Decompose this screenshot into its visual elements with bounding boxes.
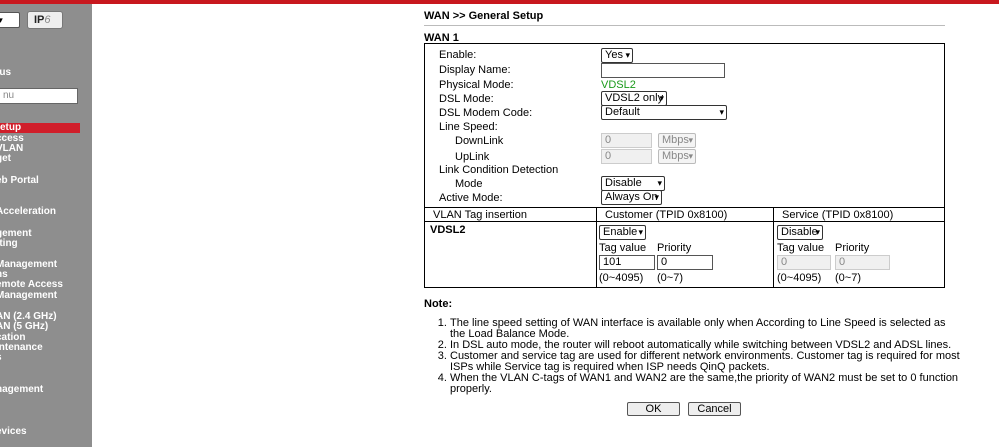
customer-tag-value-label: Tag value <box>599 242 647 254</box>
sidebar-item-5[interactable]: get <box>0 154 11 164</box>
downlink-label: DownLink <box>455 135 504 147</box>
chevron-down-icon: ▾ <box>659 93 664 103</box>
vlan-header-service: Service (TPID 0x8100) <box>782 209 894 221</box>
display-name-label: Display Name: <box>439 64 511 76</box>
note-item: Customer and service tag are used for di… <box>450 351 960 373</box>
ipv6-label: IP <box>34 14 45 26</box>
service-priority-label: Priority <box>835 242 870 254</box>
sidebar-item-10[interactable]: Management <box>0 260 57 270</box>
dsl-mode-select[interactable]: VDSL2 only ▾ <box>601 91 667 106</box>
customer-tag-select-value: Enable <box>603 226 638 238</box>
vlan-header-customer: Customer (TPID 0x8100) <box>605 209 728 221</box>
page-title: WAN >> General Setup <box>424 10 544 22</box>
customer-tag-value-field[interactable]: 101 <box>599 255 655 270</box>
note-title: Note: <box>424 298 453 310</box>
dsl-modem-code-label: DSL Modem Code: <box>439 107 533 119</box>
chevron-down-icon: ▾ <box>638 227 643 237</box>
customer-tag-select[interactable]: Enable ▾ <box>599 225 646 240</box>
customer-priority-range: (0~7) <box>657 272 683 284</box>
chevron-down-icon: ▾ <box>719 107 724 117</box>
sidebar-item-18[interactable]: s <box>0 353 2 363</box>
note-item: When the VLAN C-tags of WAN1 and WAN2 ar… <box>450 373 960 395</box>
service-tag-range: (0~4095) <box>777 272 822 284</box>
sidebar-item-7[interactable]: Acceleration <box>0 207 56 217</box>
ipv6-button[interactable]: IP6 <box>27 11 63 29</box>
detection-mode-select[interactable]: Disable ▾ <box>601 176 665 191</box>
link-condition-label: Link Condition Detection <box>439 164 559 176</box>
sidebar-item-17[interactable]: intenance <box>0 343 43 353</box>
sidebar-item-19[interactable]: nagement <box>0 385 43 395</box>
dsl-modem-code-select[interactable]: Default ▾ <box>601 105 727 120</box>
cancel-button[interactable]: Cancel <box>688 402 741 416</box>
chevron-down-icon: ▾ <box>625 50 630 60</box>
active-mode-value: Always On <box>605 191 658 203</box>
vlan-table-top-border <box>424 207 945 208</box>
service-tag-value-field[interactable]: 0 <box>777 255 831 270</box>
enable-value: Yes <box>605 49 623 61</box>
dsl-modem-code-value: Default <box>605 106 640 118</box>
customer-priority-label: Priority <box>657 242 692 254</box>
title-divider <box>424 25 945 26</box>
chevron-down-icon: ▾ <box>688 151 693 161</box>
chevron-down-icon: ▾ <box>657 178 662 188</box>
ipv6-suffix: 6 <box>44 14 51 26</box>
vlan-table-col-divider <box>596 207 597 288</box>
uplink-field[interactable]: 0 <box>601 149 652 164</box>
ok-button[interactable]: OK <box>627 402 680 416</box>
sidebar-item-2[interactable]: etup <box>0 123 80 133</box>
note-item: The line speed setting of WAN interface … <box>450 318 960 340</box>
sidebar: ut▾ IP6 l tus nu etup ccess VLAN get eb … <box>0 4 92 447</box>
service-priority-range: (0~7) <box>835 272 861 284</box>
top-accent-bar <box>0 0 999 4</box>
uplink-unit-select[interactable]: Mbps ▾ <box>658 149 696 164</box>
enable-select[interactable]: Yes ▾ <box>601 48 633 63</box>
active-mode-label: Active Mode: <box>439 192 503 204</box>
sidebar-item-6[interactable]: eb Portal <box>0 176 39 186</box>
line-speed-label: Line Speed: <box>439 121 498 133</box>
customer-tag-range: (0~4095) <box>599 272 644 284</box>
sidebar-item-12[interactable]: emote Access <box>0 280 63 290</box>
sidebar-item-15[interactable]: AN (5 GHz) <box>0 322 48 332</box>
customer-priority-field[interactable]: 0 <box>657 255 713 270</box>
menu-search-input[interactable]: nu <box>0 88 78 104</box>
dsl-mode-value: VDSL2 only <box>605 92 664 104</box>
uplink-unit-value: Mbps <box>662 150 689 162</box>
downlink-unit-value: Mbps <box>662 134 689 146</box>
active-mode-select[interactable]: Always On ▾ <box>601 190 662 205</box>
vlan-table-header-border <box>424 221 945 222</box>
chevron-down-icon: ▾ <box>654 192 659 202</box>
downlink-field[interactable]: 0 <box>601 133 652 148</box>
sidebar-item-9[interactable]: tting <box>0 239 18 249</box>
downlink-unit-select[interactable]: Mbps ▾ <box>658 133 696 148</box>
physical-mode-label: Physical Mode: <box>439 79 514 91</box>
chevron-down-icon: ▾ <box>815 227 820 237</box>
chevron-down-icon: ▾ <box>0 15 3 25</box>
sidebar-item-1[interactable]: tus <box>0 68 11 78</box>
logout-select[interactable]: ut▾ <box>0 12 20 28</box>
service-priority-field[interactable]: 0 <box>835 255 890 270</box>
vlan-row-label: VDSL2 <box>430 224 466 236</box>
uplink-label: UpLink <box>455 151 490 163</box>
service-tag-select-value: Disable <box>781 226 818 238</box>
sidebar-item-20[interactable]: evices <box>0 427 27 437</box>
chevron-down-icon: ▾ <box>688 135 693 145</box>
notes-list: The line speed setting of WAN interface … <box>437 318 960 395</box>
service-tag-value-label: Tag value <box>777 242 825 254</box>
vlan-header-tag-insertion: VLAN Tag insertion <box>433 209 527 221</box>
enable-label: Enable: <box>439 49 477 61</box>
detection-mode-label: Mode <box>455 178 483 190</box>
vlan-table-col-divider <box>773 207 774 288</box>
detection-mode-value: Disable <box>605 177 642 189</box>
sidebar-item-13[interactable]: Management <box>0 291 57 301</box>
service-tag-select[interactable]: Disable ▾ <box>777 225 823 240</box>
display-name-field[interactable] <box>601 63 725 78</box>
dsl-mode-label: DSL Mode: <box>439 93 494 105</box>
physical-mode-value: VDSL2 <box>601 79 636 91</box>
